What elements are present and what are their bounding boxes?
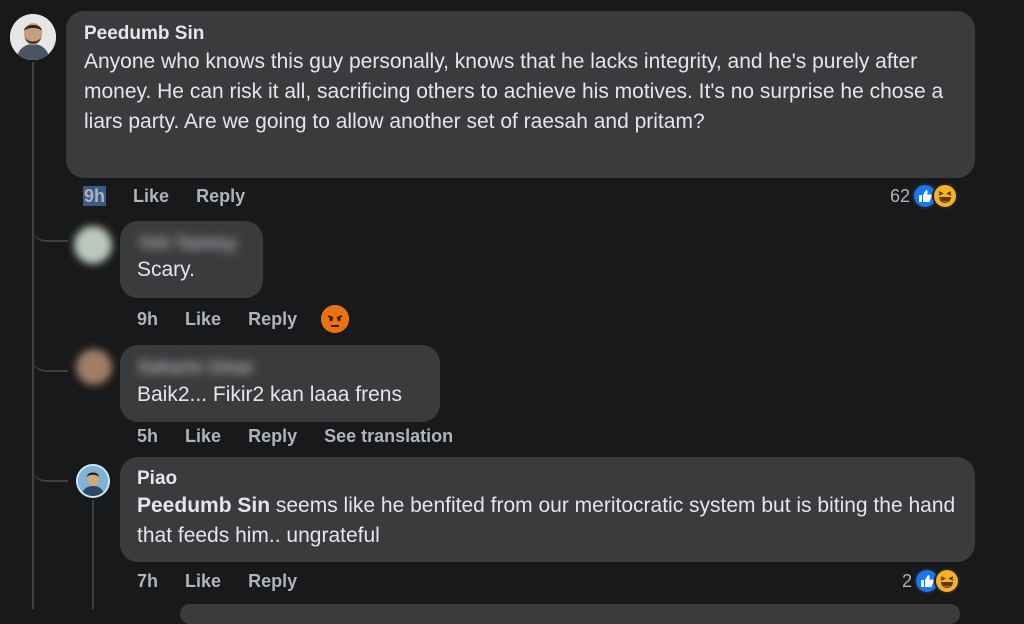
reply-button[interactable]: Reply [196, 186, 245, 206]
avatar[interactable] [74, 226, 112, 264]
comment-text: Anyone who knows this guy personally, kn… [84, 50, 944, 133]
reply-button[interactable]: Reply [248, 309, 297, 329]
thread-connector [32, 222, 68, 242]
avatar[interactable] [76, 464, 110, 498]
angry-icon[interactable] [321, 305, 349, 333]
comment-author[interactable]: Yeh Tammy [138, 233, 237, 254]
thread-connector [32, 462, 68, 482]
reaction-summary[interactable]: 2 [902, 566, 961, 596]
reply-button[interactable]: Reply [248, 571, 297, 591]
like-button[interactable]: Like [185, 309, 221, 329]
user-avatar-icon [78, 466, 108, 496]
like-button[interactable]: Like [185, 426, 221, 446]
reaction-count: 2 [902, 570, 913, 591]
comment-timestamp[interactable]: 7h [137, 571, 158, 591]
user-avatar-icon [10, 14, 56, 60]
reply-button[interactable]: Reply [248, 426, 297, 446]
mention-link[interactable]: Peedumb Sin [137, 494, 270, 517]
comment-text: Baik2... Fikir2 kan laaa frens [137, 383, 402, 406]
comment-actions: 9h Like Reply [137, 309, 297, 330]
comment-author[interactable]: Peedumb Sin [84, 23, 204, 45]
reaction-summary[interactable]: 62 [890, 181, 959, 211]
comment-actions: 9h Like Reply [83, 186, 245, 207]
comment-actions: 7h Like Reply [137, 571, 297, 592]
comment-text: Scary. [137, 258, 195, 281]
avatar[interactable] [76, 349, 112, 385]
comment-actions: 5h Like Reply See translation [137, 426, 453, 447]
comment-timestamp[interactable]: 9h [83, 186, 107, 206]
see-translation-link[interactable]: See translation [324, 426, 453, 446]
thread-line-reply [92, 500, 94, 609]
haha-icon [934, 568, 961, 594]
comment-author[interactable]: Saharie Umar [138, 357, 254, 378]
haha-icon [932, 183, 959, 209]
comment-text: Peedumb Sin seems like he benfited from … [137, 491, 957, 551]
comment-author[interactable]: Piao [137, 468, 177, 490]
reaction-count: 62 [890, 185, 911, 206]
avatar[interactable] [10, 14, 56, 60]
like-button[interactable]: Like [133, 186, 169, 206]
thread-line-main [32, 62, 34, 609]
like-button[interactable]: Like [185, 571, 221, 591]
comment-timestamp[interactable]: 5h [137, 426, 158, 446]
comment-timestamp[interactable]: 9h [137, 309, 158, 329]
comment-bubble-partial [180, 604, 960, 624]
thread-connector [32, 352, 68, 372]
